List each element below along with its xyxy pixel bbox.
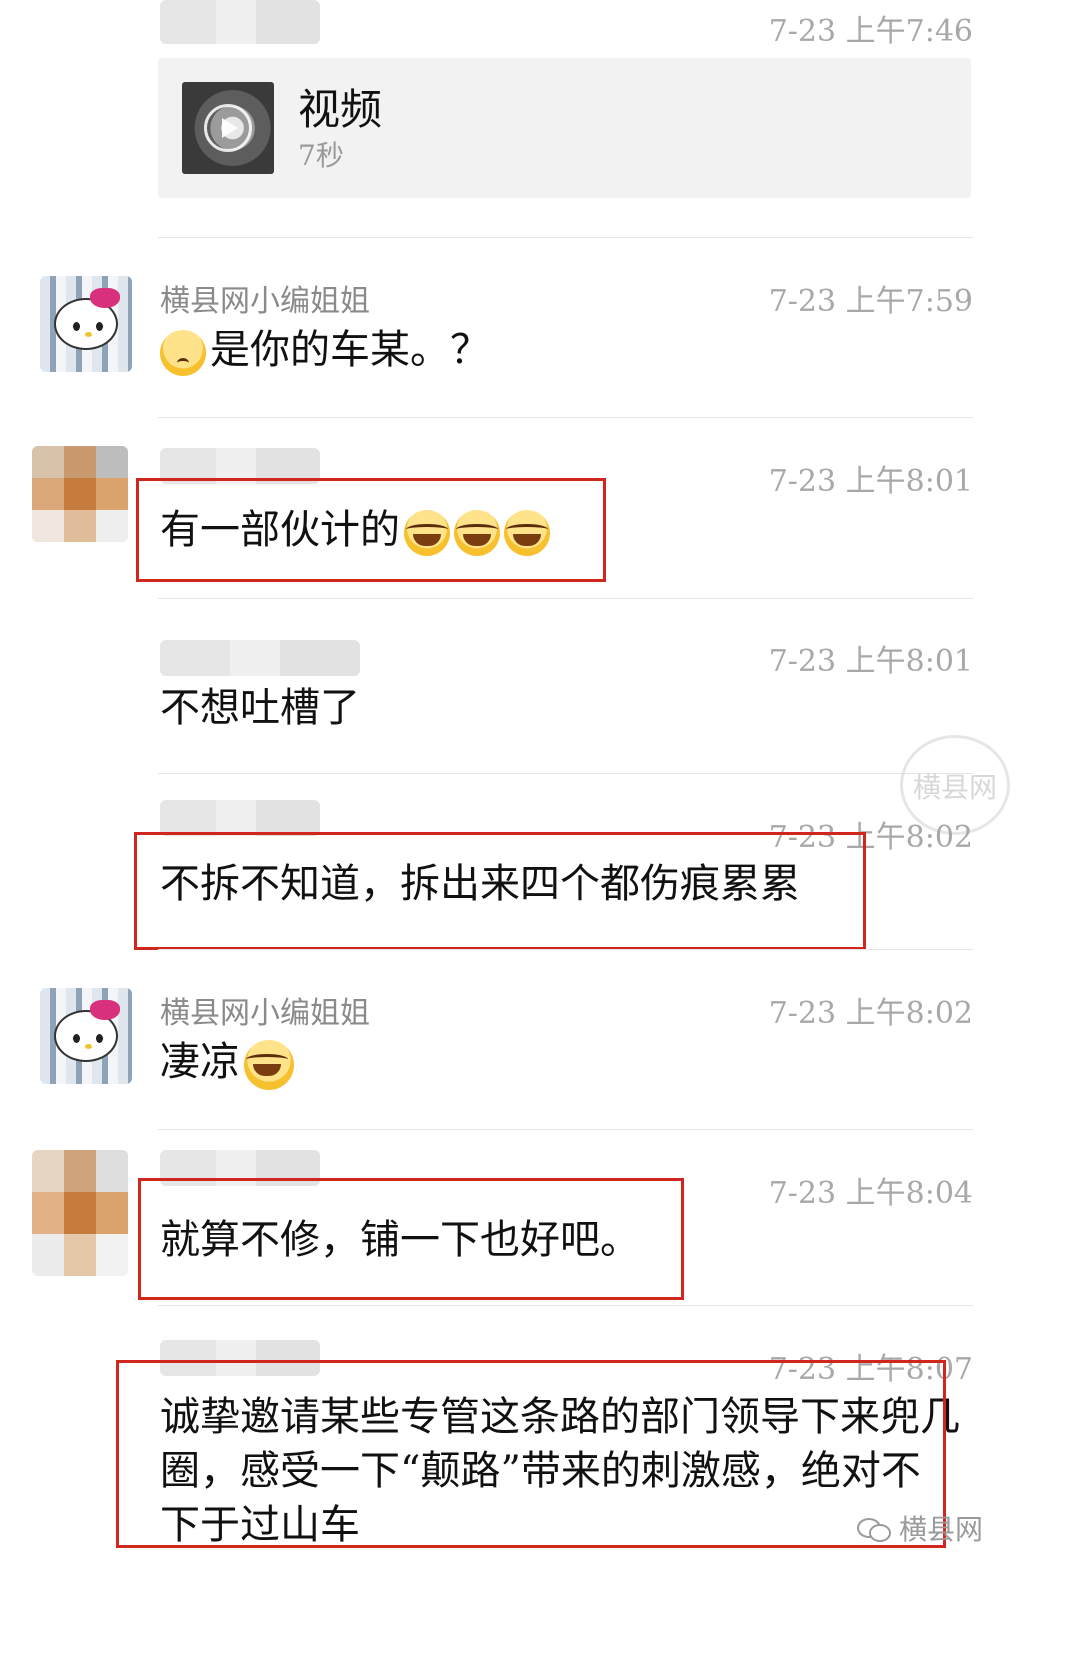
avatar[interactable] xyxy=(32,446,128,542)
message-text[interactable]: 就算不修，铺一下也好吧。 xyxy=(160,1214,640,1266)
message-body: 凄凉 xyxy=(160,1039,240,1085)
message-divider xyxy=(158,417,973,418)
message-timestamp: 7-23 上午8:01 xyxy=(768,464,973,499)
avatar-eye xyxy=(73,322,80,331)
video-title: 视频 xyxy=(298,85,383,134)
message-divider xyxy=(158,949,973,950)
worried-face-icon xyxy=(160,330,206,376)
message-body: 是你的车某。？ xyxy=(210,327,490,373)
blurred-sender-name xyxy=(160,0,320,44)
avatar-bow xyxy=(90,288,120,308)
video-duration: 7秒 xyxy=(298,139,344,172)
blurred-sender-name xyxy=(160,800,320,836)
avatar[interactable] xyxy=(32,1150,128,1276)
face-palm-icon xyxy=(244,1040,294,1090)
message-divider xyxy=(158,773,973,774)
message-timestamp: 7-23 上午8:07 xyxy=(768,1352,973,1387)
tears-of-joy-icon xyxy=(454,510,500,556)
avatar-eye xyxy=(96,1034,103,1043)
message-text[interactable]: 诚挚邀请某些专管这条路的部门领导下来兜几圈，感受一下“颠路”带来的刺激感，绝对不… xyxy=(160,1390,960,1552)
message-divider xyxy=(158,237,973,238)
avatar-eye xyxy=(96,322,103,331)
watermark-text: 横县网 xyxy=(898,1513,983,1546)
video-message-card[interactable]: 视频 7秒 xyxy=(158,58,971,198)
blurred-sender-name xyxy=(160,640,360,676)
play-icon xyxy=(204,104,252,152)
message-body: 有一部伙计的 xyxy=(160,507,400,553)
message-text[interactable]: 不想吐槽了 xyxy=(160,682,360,734)
avatar-bow xyxy=(90,1000,120,1020)
message-divider xyxy=(158,1129,973,1130)
avatar-nose xyxy=(85,332,92,337)
tears-of-joy-icon xyxy=(504,510,550,556)
avatar[interactable] xyxy=(40,988,132,1084)
avatar-eye xyxy=(73,1034,80,1043)
message-timestamp: 7-23 上午8:02 xyxy=(768,820,973,855)
message-timestamp: 7-23 上午8:02 xyxy=(768,996,973,1031)
avatar-nose xyxy=(85,1044,92,1049)
blurred-sender-name xyxy=(160,448,320,484)
message-text[interactable]: 是你的车某。？ xyxy=(160,324,490,376)
message-text[interactable]: 有一部伙计的 xyxy=(160,504,550,556)
watermark: 横县网 xyxy=(856,1508,983,1548)
video-thumbnail[interactable] xyxy=(182,82,274,174)
sender-name[interactable]: 横县网小编姐姐 xyxy=(160,988,370,1032)
blurred-sender-name xyxy=(160,1340,320,1376)
wechat-icon xyxy=(856,1516,891,1542)
message-text[interactable]: 凄凉 xyxy=(160,1036,294,1090)
avatar[interactable] xyxy=(40,276,132,372)
message-timestamp: 7-23 上午7:59 xyxy=(768,284,973,319)
message-divider xyxy=(158,1305,973,1306)
message-text[interactable]: 不拆不知道，拆出来四个都伤痕累累 xyxy=(160,858,800,910)
message-timestamp: 7-23 上午8:04 xyxy=(768,1176,973,1211)
sender-name[interactable]: 横县网小编姐姐 xyxy=(160,276,370,320)
message-divider xyxy=(158,598,973,599)
message-timestamp: 7-23 上午7:46 xyxy=(768,14,973,49)
blurred-sender-name xyxy=(160,1150,320,1186)
message-timestamp: 7-23 上午8:01 xyxy=(768,644,973,679)
tears-of-joy-icon xyxy=(404,510,450,556)
